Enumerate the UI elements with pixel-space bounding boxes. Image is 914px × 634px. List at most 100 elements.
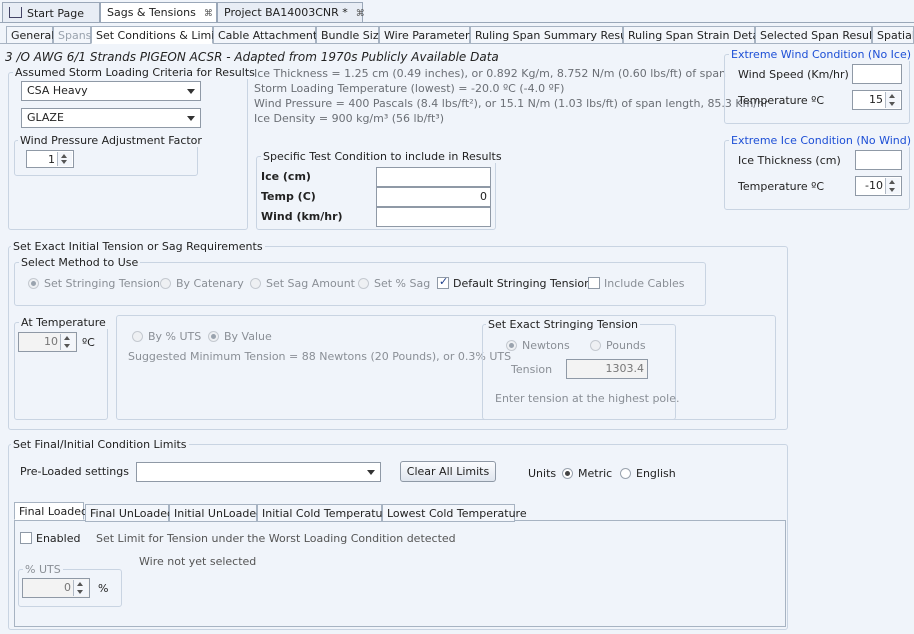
close-icon[interactable]: ⌘ (204, 9, 213, 19)
radio-newtons[interactable] (506, 340, 517, 351)
wind-speed-label: Wind Speed (Km/hr) (738, 68, 849, 81)
uts-unit: % (98, 582, 109, 595)
label-pounds: Pounds (606, 339, 646, 352)
include-cables-label: Include Cables (604, 277, 685, 290)
chevron-down-icon (187, 89, 195, 94)
tab-final-unloaded[interactable]: Final UnLoaded (85, 504, 174, 522)
ice-temp-label: Temperature ºC (738, 180, 825, 193)
cable-title: 3 /O AWG 6/1 Strands PIGEON ACSR - Adapt… (5, 50, 499, 64)
uts-legend: % UTS (23, 563, 63, 576)
at-temp-unit: ºC (82, 336, 95, 349)
suggested-tension-text: Suggested Minimum Tension = 88 Newtons (… (128, 350, 512, 363)
exact-stringing-legend: Set Exact Stringing Tension (486, 318, 641, 331)
chevron-down-icon (367, 470, 375, 475)
spinner-arrows-icon[interactable] (60, 334, 75, 350)
test-condition-legend: Specific Test Condition to include in Re… (261, 150, 504, 163)
spinner-arrows-icon[interactable] (885, 92, 900, 108)
tab-sags-tensions[interactable]: Sags & Tensions ⌘ (100, 2, 217, 22)
tab-start-page[interactable]: Start Page (2, 2, 100, 22)
at-temp-legend: At Temperature (19, 316, 108, 329)
label-by-uts: By % UTS (148, 330, 202, 343)
radio-by-value[interactable] (208, 331, 219, 342)
limits-legend: Set Final/Initial Condition Limits (11, 438, 189, 451)
wind-temp-stepper[interactable]: 15 (852, 90, 902, 110)
ice-thickness-label: Ice Thickness (cm) (738, 154, 841, 167)
preloaded-label: Pre-Loaded settings (20, 465, 129, 478)
wind-speed-field[interactable] (852, 64, 902, 84)
uts-stepper[interactable]: 0 (22, 578, 90, 598)
tension-note: Enter tension at the highest pole. (495, 392, 680, 405)
home-icon (9, 7, 22, 18)
tab-wire-parameters[interactable]: Wire Parameters (379, 26, 475, 44)
storm-temp-info: Storm Loading Temperature (lowest) = -20… (254, 82, 565, 95)
spinner-arrows-icon[interactable] (57, 152, 72, 166)
label-percent-sag: Set % Sag (374, 277, 431, 290)
test-temp-label: Temp (C) (261, 190, 316, 203)
radio-english[interactable] (620, 468, 631, 479)
label-newtons: Newtons (522, 339, 570, 352)
limit-description: Set Limit for Tension under the Worst Lo… (96, 532, 456, 545)
tab-final-loaded[interactable]: Final Loaded (14, 502, 88, 520)
default-stringing-checkbox[interactable] (437, 275, 449, 289)
clear-all-limits-button[interactable]: Clear All Limits (400, 461, 496, 482)
label-stringing-tension: Set Stringing Tension (44, 277, 160, 290)
enabled-checkbox[interactable] (20, 532, 32, 544)
spinner-arrows-icon[interactable] (73, 580, 88, 596)
ice-thickness-info: Ice Thickness = 1.25 cm (0.49 inches), o… (254, 67, 727, 80)
test-wind-label: Wind (km/hr) (261, 210, 343, 223)
tab-set-conditions[interactable]: Set Conditions & Limits (91, 26, 224, 44)
storm-criteria-legend: Assumed Storm Loading Criteria for Resul… (13, 66, 257, 79)
at-temp-stepper[interactable]: 10 (18, 332, 77, 352)
units-label: Units (528, 467, 557, 480)
label-sag-amount: Set Sag Amount (266, 277, 355, 290)
loading-select[interactable]: CSA Heavy (21, 81, 201, 101)
ice-type-select[interactable]: GLAZE (21, 108, 201, 128)
tab-ruling-span-strain[interactable]: Ruling Span Strain Details (623, 26, 771, 44)
test-temp-field[interactable]: 0 (376, 187, 491, 207)
wind-pressure-info: Wind Pressure = 400 Pascals (8.4 lbs/ft²… (254, 97, 769, 110)
tab-lowest-cold-temperature[interactable]: Lowest Cold Temperature (382, 504, 527, 522)
tab-ruling-span-summary[interactable]: Ruling Span Summary Results (470, 26, 640, 44)
radio-metric[interactable] (562, 468, 573, 479)
ice-temp-stepper[interactable]: -10 (855, 176, 902, 196)
radio-pounds[interactable] (590, 340, 601, 351)
method-legend: Select Method to Use (19, 256, 141, 269)
tab-initial-unloaded[interactable]: Initial UnLoaded (169, 504, 263, 522)
radio-percent-sag[interactable] (358, 278, 369, 289)
wire-status: Wire not yet selected (139, 555, 257, 568)
tab-bundle-size[interactable]: Bundle Size (316, 26, 385, 44)
preloaded-select[interactable] (136, 462, 381, 482)
include-cables-checkbox[interactable] (588, 277, 600, 289)
ice-density-info: Ice Density = 900 kg/m³ (56 lb/ft³) (254, 112, 444, 125)
tension-label: Tension (511, 363, 553, 376)
tab-spans: Spans (53, 26, 91, 44)
label-by-catenary: By Catenary (176, 277, 244, 290)
radio-by-uts[interactable] (132, 331, 143, 342)
extreme-wind-legend: Extreme Wind Condition (No Ice) (729, 48, 914, 61)
spinner-arrows-icon[interactable] (885, 178, 900, 194)
test-ice-field[interactable] (376, 167, 491, 187)
tab-selected-span-results[interactable]: Selected Span Results (755, 26, 882, 44)
radio-sag-amount[interactable] (250, 278, 261, 289)
tab-spatial[interactable]: Spatial I (872, 26, 914, 44)
tab-general[interactable]: General (6, 26, 54, 44)
close-icon[interactable]: ⌘ (356, 9, 365, 19)
enabled-label: Enabled (36, 532, 81, 545)
default-stringing-label: Default Stringing Tensions (453, 277, 597, 290)
extreme-ice-legend: Extreme Ice Condition (No Wind) (729, 134, 914, 147)
test-ice-label: Ice (cm) (261, 170, 311, 183)
chevron-down-icon (187, 116, 195, 121)
tab-project[interactable]: Project BA14003CNR * ⌘ (217, 2, 365, 22)
ice-thickness-field[interactable] (855, 150, 902, 170)
tab-cable-attachments[interactable]: Cable Attachments (213, 26, 323, 44)
wpaf-stepper[interactable]: 1 (26, 150, 74, 168)
label-english: English (636, 467, 676, 480)
radio-stringing-tension[interactable] (28, 278, 39, 289)
doc-tab-strip-line (0, 22, 914, 23)
label-by-value: By Value (224, 330, 272, 343)
tension-field[interactable]: 1303.4 (566, 359, 648, 379)
tab-initial-cold-temperature[interactable]: Initial Cold Temperature (257, 504, 394, 522)
radio-by-catenary[interactable] (160, 278, 171, 289)
wind-temp-label: Temperature ºC (738, 94, 825, 107)
test-wind-field[interactable] (376, 207, 491, 227)
